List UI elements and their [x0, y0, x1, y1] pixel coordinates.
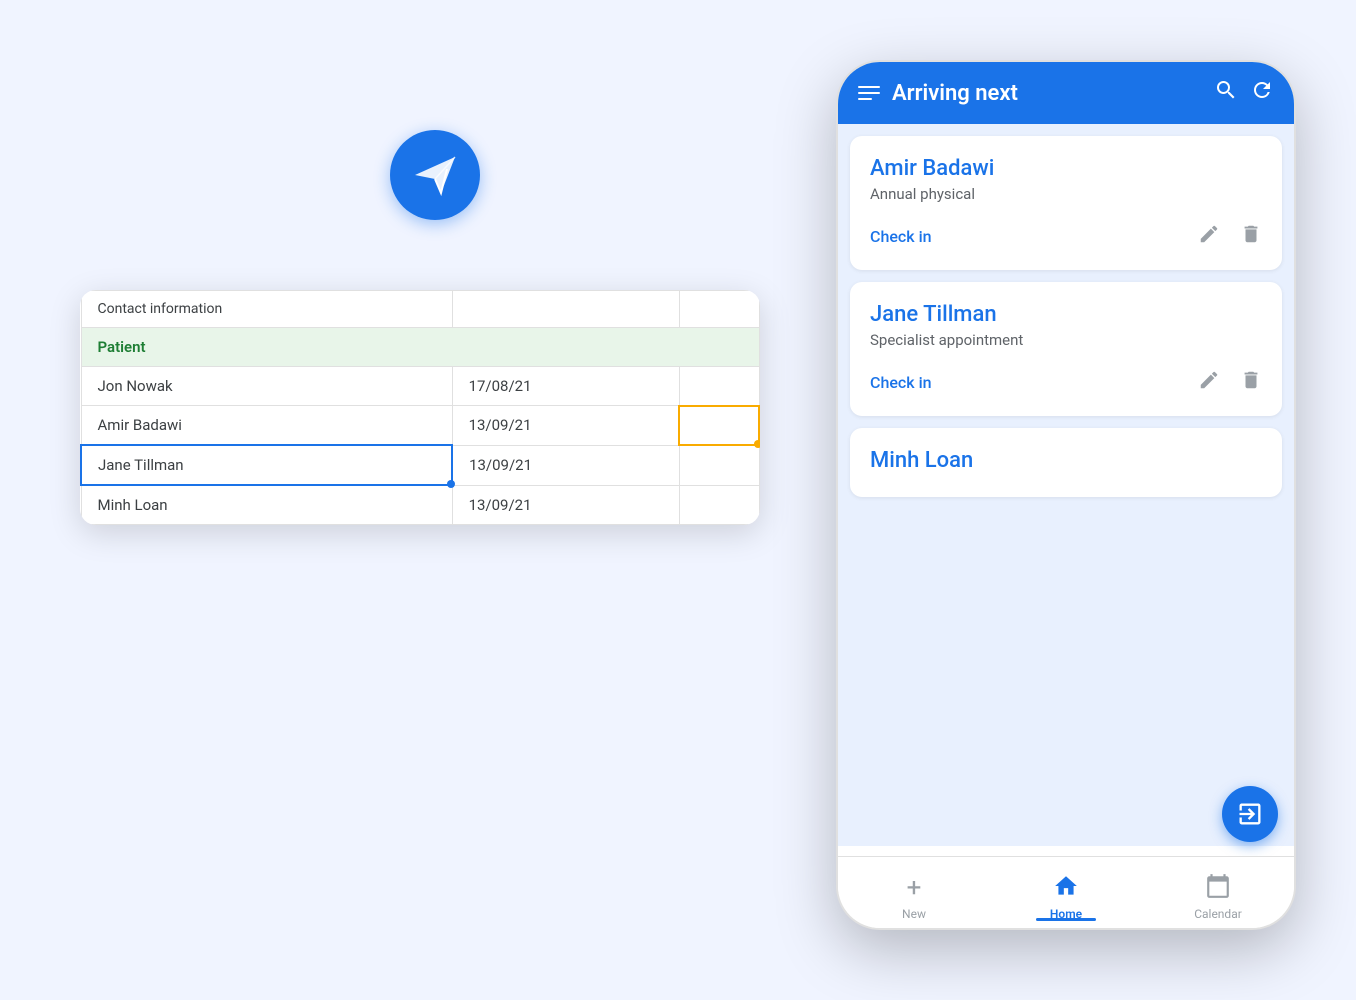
phone-header: Arriving next	[838, 62, 1294, 124]
patient-1-checkin[interactable]: Check in	[870, 227, 932, 246]
patient-2-name: Jane Tillman	[870, 302, 1262, 327]
patient-row-2-name: Amir Badawi	[81, 406, 452, 446]
nav-new-label: New	[902, 907, 926, 921]
patient-2-edit-icon[interactable]	[1198, 369, 1220, 396]
nav-item-home[interactable]: Home	[990, 865, 1142, 921]
bottom-nav: + New Home Calendar	[838, 856, 1294, 928]
contact-info-header: Contact information	[81, 291, 452, 328]
patient-1-edit-icon[interactable]	[1198, 223, 1220, 250]
patient-row-2-date: 13/09/21	[452, 406, 679, 446]
search-icon[interactable]	[1214, 78, 1238, 108]
patient-2-checkin[interactable]: Check in	[870, 373, 932, 392]
spreadsheet-card: Contact information Patient Jon Nowak 17…	[80, 290, 760, 525]
patient-card-3-partial: Minh Loan	[850, 428, 1282, 497]
nav-item-calendar[interactable]: Calendar	[1142, 865, 1294, 921]
patient-row-2-extra[interactable]	[679, 406, 759, 446]
patient-card-1: Amir Badawi Annual physical Check in	[850, 136, 1282, 270]
patient-row-3-name-selected[interactable]: Jane Tillman	[81, 445, 452, 485]
nav-calendar-icon	[1205, 873, 1231, 903]
patient-row-4-date: 13/09/21	[452, 485, 679, 525]
phone-list: Amir Badawi Annual physical Check in	[838, 124, 1294, 846]
app-logo	[390, 130, 480, 220]
patient-row-3-extra	[679, 445, 759, 485]
nav-calendar-label: Calendar	[1194, 907, 1242, 921]
fab-checkin-button[interactable]	[1222, 786, 1278, 842]
patient-3-name: Minh Loan	[870, 448, 1262, 473]
nav-item-new[interactable]: + New	[838, 865, 990, 921]
menu-icon[interactable]	[858, 86, 880, 100]
nav-home-icon	[1053, 873, 1079, 903]
patient-2-delete-icon[interactable]	[1240, 369, 1262, 396]
patient-row-4-extra	[679, 485, 759, 525]
nav-active-bar	[1036, 918, 1096, 921]
patient-row-3-date: 13/09/21	[452, 445, 679, 485]
yellow-dot	[754, 440, 760, 448]
patient-1-name: Amir Badawi	[870, 156, 1262, 181]
patient-1-delete-icon[interactable]	[1240, 223, 1262, 250]
patient-card-2: Jane Tillman Specialist appointment Chec…	[850, 282, 1282, 416]
patient-row-1-name: Jon Nowak	[81, 367, 452, 406]
patient-row-4-name: Minh Loan	[81, 485, 452, 525]
patient-row-1-extra	[679, 367, 759, 406]
phone-title: Arriving next	[892, 81, 1202, 106]
section-label: Patient	[81, 328, 759, 367]
nav-new-icon: +	[907, 873, 922, 903]
phone-mockup: Arriving next Amir Badawi Annual physica…	[836, 60, 1296, 930]
refresh-icon[interactable]	[1250, 78, 1274, 108]
patient-1-type: Annual physical	[870, 185, 1262, 203]
blue-dot	[447, 480, 455, 488]
patient-row-1-date: 17/08/21	[452, 367, 679, 406]
patient-2-type: Specialist appointment	[870, 331, 1262, 349]
